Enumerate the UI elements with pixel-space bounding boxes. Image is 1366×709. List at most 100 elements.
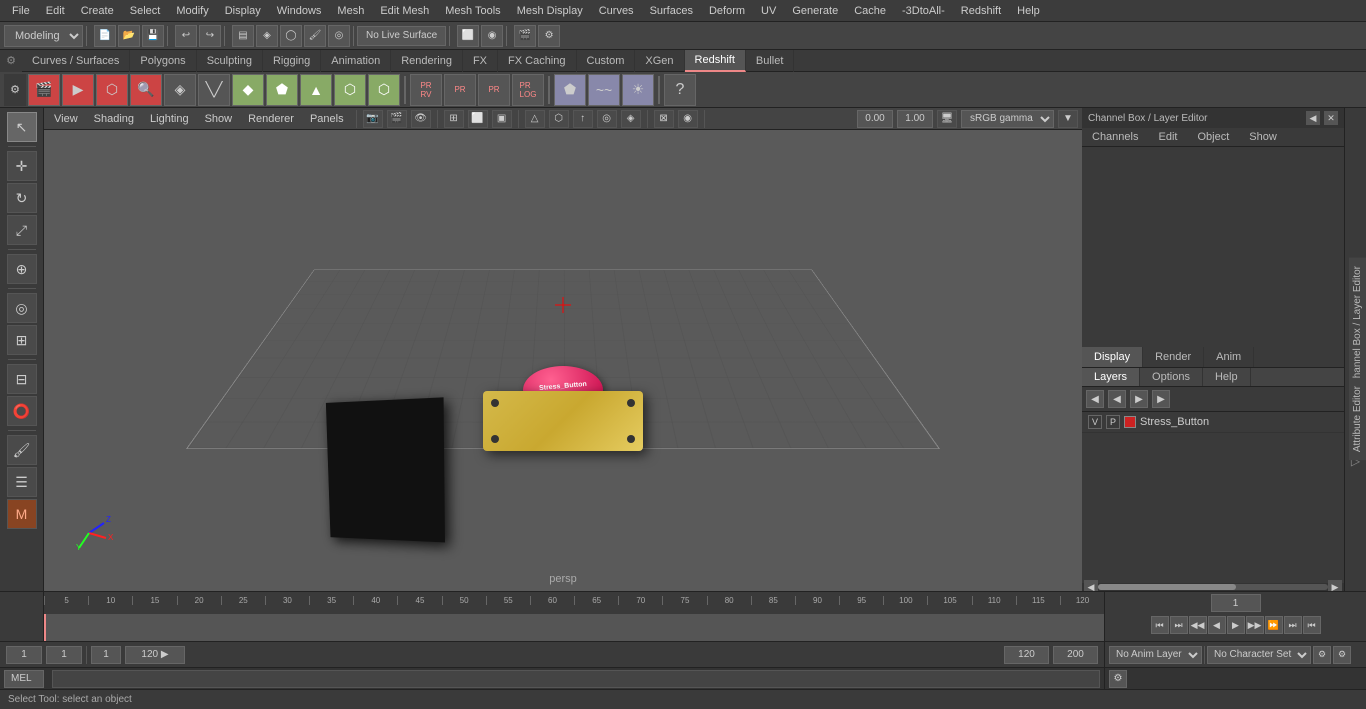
go-end-btn[interactable]: ⏭ [1284, 616, 1302, 634]
shelf-icon-7[interactable]: ◆ [232, 74, 264, 106]
layer-scrollbar[interactable]: ◀ ▶ [1082, 583, 1344, 591]
tab-fx[interactable]: FX [463, 50, 498, 72]
gamma-field[interactable] [897, 110, 933, 128]
xray-btn[interactable]: ⊠ [654, 110, 674, 128]
display-icon[interactable]: 🖥 [937, 110, 957, 128]
menu-windows[interactable]: Windows [269, 3, 330, 19]
lasso-btn[interactable]: ◯ [280, 25, 302, 47]
exposure-field[interactable] [857, 110, 893, 128]
tab-show[interactable]: Show [1239, 128, 1287, 146]
menu-help[interactable]: Help [1009, 3, 1048, 19]
tab-xgen[interactable]: XGen [635, 50, 684, 72]
viewport-menu-panels[interactable]: Panels [304, 111, 350, 127]
menu-display[interactable]: Display [217, 3, 269, 19]
shelf-options-btn[interactable]: ⚙ [4, 74, 26, 106]
menu-surfaces[interactable]: Surfaces [642, 3, 701, 19]
menu-cache[interactable]: Cache [846, 3, 894, 19]
paint-tool-btn[interactable]: 🖌 [7, 435, 37, 465]
menu-select[interactable]: Select [122, 3, 169, 19]
viewport-menu-show[interactable]: Show [199, 111, 239, 127]
start-frame-field[interactable] [6, 646, 42, 664]
scale-tool-btn[interactable]: ⤢ [7, 215, 37, 245]
shelf-settings-btn[interactable]: ⚙ [0, 50, 22, 72]
menu-mesh[interactable]: Mesh [329, 3, 372, 19]
viewport-menu-lighting[interactable]: Lighting [144, 111, 195, 127]
scroll-left-btn[interactable]: ◀ [1084, 580, 1098, 591]
layer-playback-btn[interactable]: P [1106, 415, 1120, 429]
smooth-toggle-btn[interactable]: ▣ [492, 110, 512, 128]
tab-redshift[interactable]: Redshift [685, 50, 746, 72]
range-end-field[interactable] [1053, 646, 1098, 664]
shelf-icon-pr1[interactable]: PRRV [410, 74, 442, 106]
prev-frame-btn[interactable]: ◀◀ [1189, 616, 1207, 634]
tab-edit[interactable]: Edit [1148, 128, 1187, 146]
scroll-right-btn[interactable]: ▶ [1328, 580, 1342, 591]
menu-3dtoall[interactable]: -3DtoAll- [894, 3, 953, 19]
shelf-icon-pr4[interactable]: PRLOG [512, 74, 544, 106]
wireframe-btn[interactable]: ⬜ [457, 25, 479, 47]
range-start-field[interactable] [1004, 646, 1049, 664]
viewport-menu-view[interactable]: View [48, 111, 84, 127]
channel-box-layer-editor-side-tab[interactable]: Channel Box / Layer Editor [1349, 258, 1366, 394]
command-input[interactable] [52, 670, 1100, 688]
shelf-icon-4[interactable]: 🔍 [130, 74, 162, 106]
tab-rendering[interactable]: Rendering [391, 50, 463, 72]
go-start-btn[interactable]: ⏮ [1151, 616, 1169, 634]
fwd-btn[interactable]: ▶▶ [1246, 616, 1264, 634]
panel-close-btn[interactable]: ✕ [1324, 111, 1338, 125]
anim-layer-dropdown[interactable]: No Anim Layer [1109, 646, 1202, 664]
maya-icon-btn[interactable]: M [7, 499, 37, 529]
play-btn[interactable]: ▶ [1227, 616, 1245, 634]
scroll-track[interactable] [1098, 584, 1328, 590]
viewport-menu-shading[interactable]: Shading [88, 111, 140, 127]
layer-add-btn[interactable]: ◀ [1086, 390, 1104, 408]
show-manip-btn[interactable]: ⊞ [7, 325, 37, 355]
tab-help[interactable]: Help [1203, 368, 1251, 386]
shelf-icon-help[interactable]: ? [664, 74, 696, 106]
char-set-settings-btn[interactable]: ⚙ [1313, 646, 1331, 664]
redo-btn[interactable]: ↪ [199, 25, 221, 47]
back-btn[interactable]: ◀ [1208, 616, 1226, 634]
tab-custom[interactable]: Custom [577, 50, 636, 72]
playhead[interactable] [44, 614, 46, 641]
shelf-icon-5[interactable]: ◈ [164, 74, 196, 106]
eye-btn[interactable]: 👁 [411, 110, 431, 128]
panel-collapse-left-btn[interactable]: ◀ [1306, 111, 1320, 125]
vis-btn[interactable]: ◈ [621, 110, 641, 128]
shelf-icon-3[interactable]: ⬡ [96, 74, 128, 106]
iso-btn[interactable]: ◉ [678, 110, 698, 128]
shelf-icon-8[interactable]: ⬟ [266, 74, 298, 106]
shelf-icon-10[interactable]: ⬡ [334, 74, 366, 106]
tab-polygons[interactable]: Polygons [130, 50, 196, 72]
shelf-icon-6[interactable]: ╲╱ [198, 74, 230, 106]
universal-tool-btn[interactable]: ⊕ [7, 254, 37, 284]
new-btn[interactable]: 📄 [94, 25, 116, 47]
poly-btn[interactable]: △ [525, 110, 545, 128]
select-by-hierarchy-btn[interactable]: ▤ [232, 25, 254, 47]
undo-btn[interactable]: ↩ [175, 25, 197, 47]
save-btn[interactable]: 💾 [142, 25, 164, 47]
menu-file[interactable]: File [4, 3, 38, 19]
shelf-icon-rs3[interactable]: ☀ [622, 74, 654, 106]
soft-sel-btn[interactable]: ◎ [328, 25, 350, 47]
3d-viewport[interactable]: Stress_Button [44, 130, 1082, 591]
char-set-extra-btn[interactable]: ⚙ [1333, 646, 1351, 664]
snap-btn[interactable]: ⊟ [7, 364, 37, 394]
menu-uv[interactable]: UV [753, 3, 784, 19]
char-set-dropdown[interactable]: No Character Set [1207, 646, 1311, 664]
normals-btn[interactable]: ↑ [573, 110, 593, 128]
tab-fx-caching[interactable]: FX Caching [498, 50, 576, 72]
menu-create[interactable]: Create [73, 3, 122, 19]
cam-btn[interactable]: 📷 [363, 110, 383, 128]
shelf-icon-9[interactable]: ▲ [300, 74, 332, 106]
tab-layers[interactable]: Layers [1082, 368, 1140, 386]
layer-last-btn[interactable]: ▶ [1152, 390, 1170, 408]
tab-curves-surfaces[interactable]: Curves / Surfaces [22, 50, 130, 72]
script-editor-btn[interactable]: ⚙ [1109, 670, 1127, 688]
shelf-icon-pr3[interactable]: PR [478, 74, 510, 106]
shelf-icon-11[interactable]: ⬡ [368, 74, 400, 106]
shelf-icon-1[interactable]: 🎬 [28, 74, 60, 106]
menu-curves[interactable]: Curves [591, 3, 642, 19]
tab-animation[interactable]: Animation [321, 50, 391, 72]
current-frame-input[interactable] [1211, 594, 1261, 612]
